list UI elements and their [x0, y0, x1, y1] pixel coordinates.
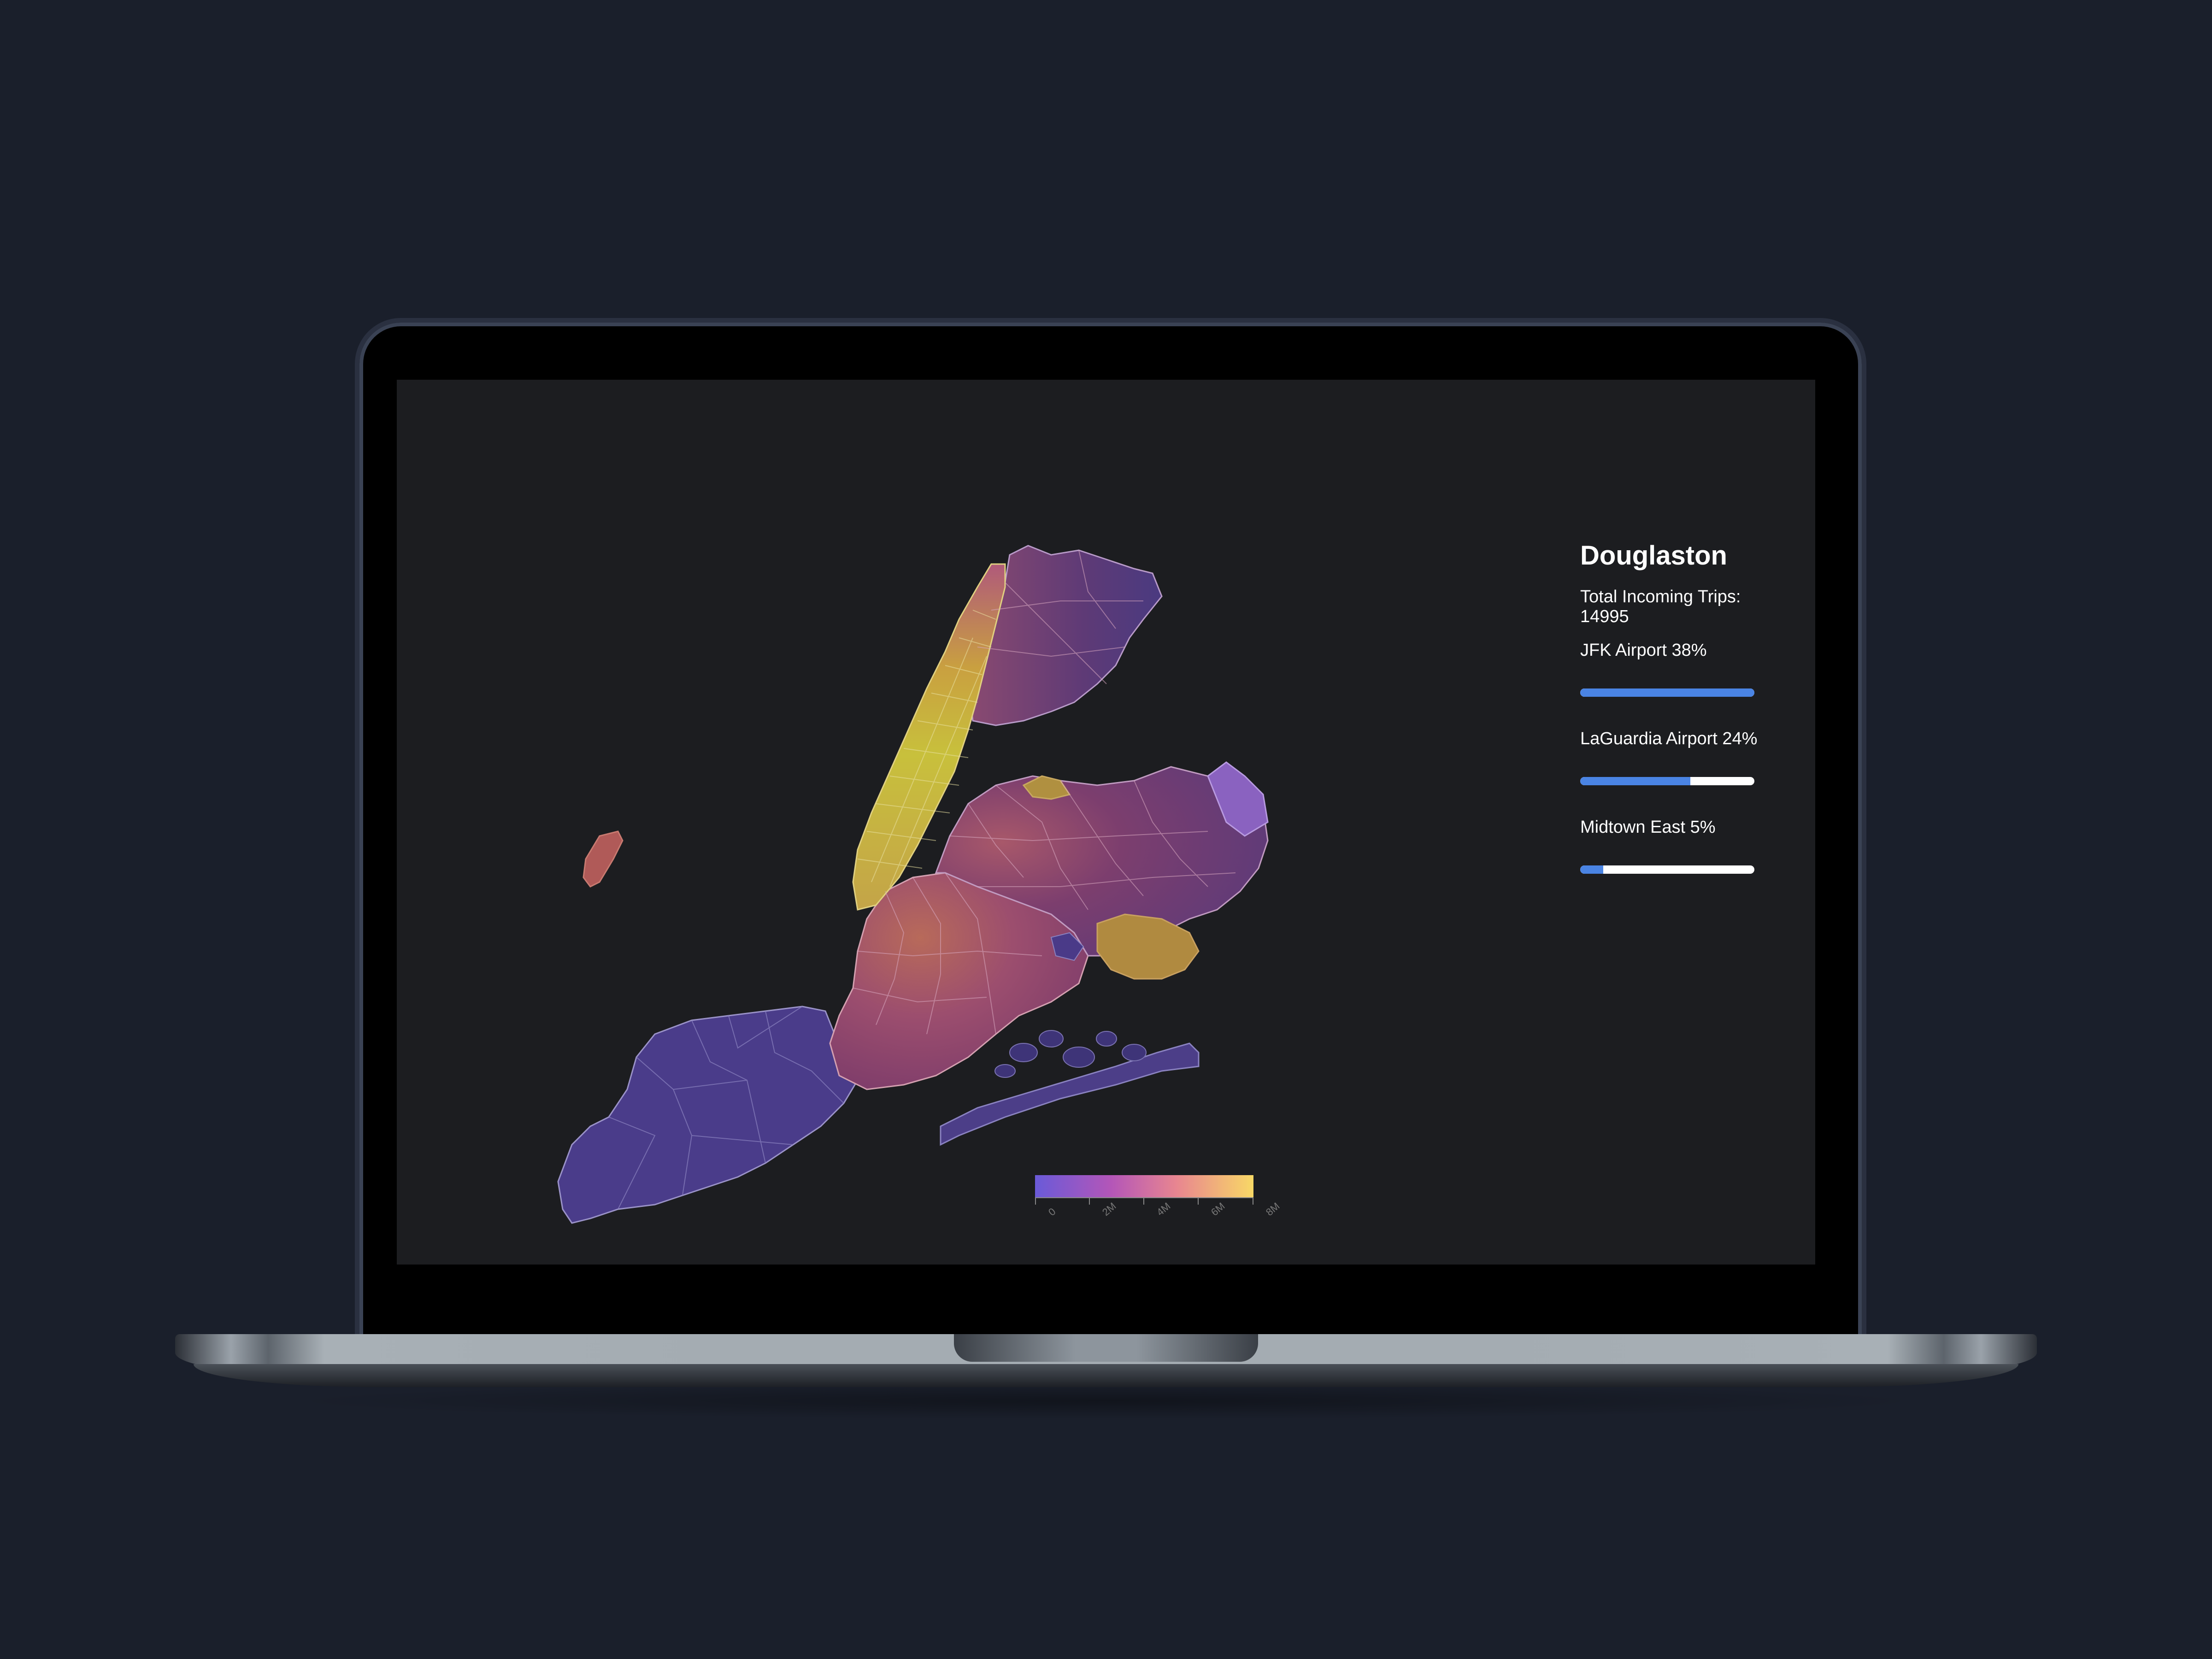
progress-bar-jfk: [1580, 688, 1754, 697]
progress-bar-midtown-east: [1580, 865, 1754, 874]
legend-tick: [1035, 1198, 1036, 1205]
legend-tick: [1143, 1198, 1144, 1205]
desktop-background: Douglaston Total Incoming Trips: 14995 J…: [0, 0, 2212, 1659]
legend-tick: [1198, 1198, 1199, 1205]
laptop-shadow: [276, 1382, 1936, 1419]
map-region-staten-island[interactable]: [557, 1006, 859, 1224]
laptop-notch: [954, 1334, 1258, 1362]
neighborhood-title: Douglaston: [1580, 541, 1727, 571]
progress-bar-laguardia: [1580, 777, 1754, 785]
total-incoming-trips: Total Incoming Trips: 14995: [1580, 587, 1741, 626]
progress-fill-laguardia: [1580, 777, 1690, 785]
color-legend: 0 2M 4M 6M 8M: [1035, 1175, 1282, 1218]
legend-tick: [1089, 1198, 1090, 1205]
map-region-jfk-airport[interactable]: [1096, 913, 1200, 980]
info-panel: Douglaston Total Incoming Trips: 14995 J…: [1580, 541, 1774, 906]
app-screen: Douglaston Total Incoming Trips: 14995 J…: [397, 380, 1815, 1265]
legend-gradient: [1035, 1175, 1253, 1197]
entry-label-laguardia: LaGuardia Airport 24%: [1580, 729, 1758, 748]
laptop-base-lip: [194, 1364, 2018, 1387]
progress-fill-midtown-east: [1580, 865, 1603, 874]
progress-fill-jfk: [1580, 688, 1754, 697]
entry-label-jfk: JFK Airport 38%: [1580, 640, 1707, 660]
entry-label-midtown-east: Midtown East 5%: [1580, 817, 1716, 837]
map-region-island[interactable]: [582, 830, 624, 888]
